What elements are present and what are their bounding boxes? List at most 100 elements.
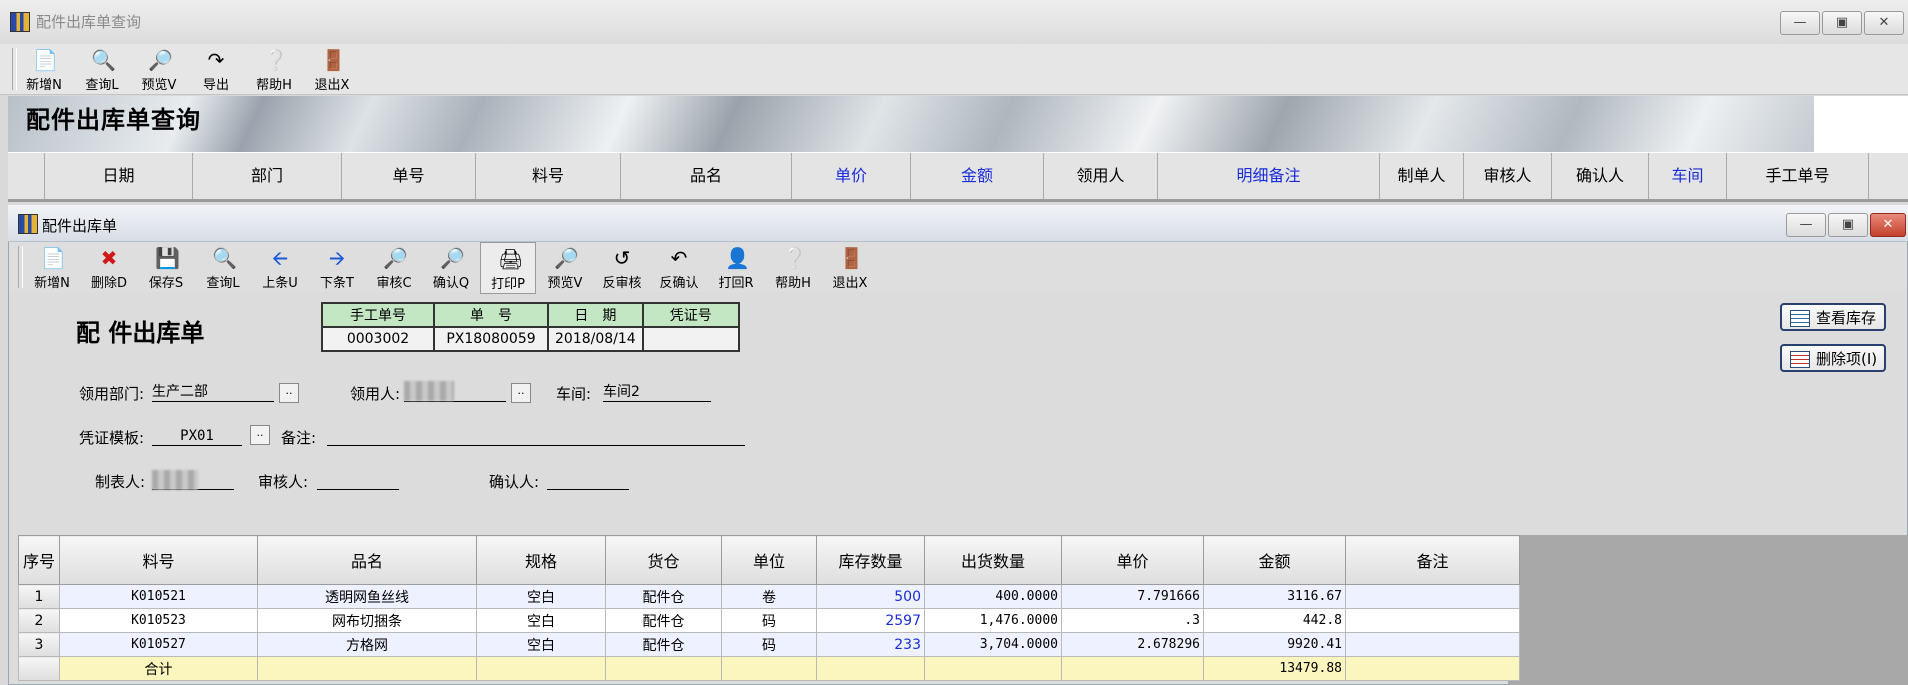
col-seq[interactable]: 序号 [18, 535, 60, 585]
receiver-lookup-button[interactable]: .. [511, 383, 531, 403]
minimize-button[interactable]: — [1780, 11, 1820, 35]
col-warehouse[interactable]: 货仓 [605, 535, 722, 585]
outer-exit-button[interactable]: 🚪 退出X [304, 44, 360, 96]
cell-unit[interactable]: 码 [721, 608, 817, 633]
delete-item-button[interactable]: 删除项(I) [1780, 344, 1886, 372]
header-value-number[interactable]: PX18080059 [433, 326, 549, 352]
query-col-number[interactable]: 单号 [342, 153, 476, 199]
table-row[interactable]: 3 K010527 方格网 空白 配件仓 码 233 3,704.0000 2.… [18, 632, 1520, 657]
cell-qty[interactable]: 3,704.0000 [924, 632, 1062, 657]
cell-warehouse[interactable]: 配件仓 [605, 632, 722, 657]
cell-stock[interactable]: 2597 [816, 608, 925, 633]
inner-maximize-button[interactable]: ▣ [1828, 213, 1868, 237]
col-amount[interactable]: 金额 [1203, 535, 1346, 585]
query-col-manual-no[interactable]: 手工单号 [1727, 153, 1869, 199]
cell-code[interactable]: K010521 [59, 584, 258, 609]
outer-new-button[interactable]: 📄 新增N [16, 44, 72, 96]
inner-return-button[interactable]: 👤 打回R [708, 242, 764, 294]
voucher-template-field[interactable]: PX01 [152, 427, 242, 446]
cell-unit[interactable]: 码 [721, 632, 817, 657]
exit-icon: 🚪 [321, 48, 346, 72]
inner-query-button[interactable]: 🔍 查询L [195, 242, 251, 294]
query-col-price[interactable]: 单价 [792, 153, 911, 199]
col-name[interactable]: 品名 [257, 535, 477, 585]
dept-field[interactable]: 生产二部 [152, 383, 274, 402]
query-col-confirmer[interactable]: 确认人 [1552, 153, 1649, 199]
cell-amount[interactable]: 3116.67 [1203, 584, 1346, 609]
check-stock-button[interactable]: 查看库存 [1780, 303, 1886, 331]
query-col-name[interactable]: 品名 [621, 153, 792, 199]
cell-code[interactable]: K010523 [59, 608, 258, 633]
cell-stock[interactable]: 233 [816, 632, 925, 657]
query-col-amount[interactable]: 金额 [911, 153, 1044, 199]
cell-amount[interactable]: 9920.41 [1203, 632, 1346, 657]
col-unit[interactable]: 单位 [721, 535, 817, 585]
table-row[interactable]: 1 K010521 透明网鱼丝线 空白 配件仓 卷 500 400.0000 7… [18, 584, 1520, 609]
query-col-workshop[interactable]: 车间 [1649, 153, 1727, 199]
cell-warehouse[interactable]: 配件仓 [605, 584, 722, 609]
inner-next-button[interactable]: 🡪 下条T [309, 242, 365, 294]
cell-stock[interactable]: 500 [816, 584, 925, 609]
cell-amount[interactable]: 442.8 [1203, 608, 1346, 633]
header-value-manual-no[interactable]: 0003002 [321, 326, 435, 352]
inner-unaudit-button[interactable]: ↺ 反审核 [594, 242, 650, 294]
cell-price[interactable]: 2.678296 [1061, 632, 1204, 657]
cell-name[interactable]: 方格网 [257, 632, 477, 657]
col-qty[interactable]: 出货数量 [924, 535, 1062, 585]
cell-spec[interactable]: 空白 [476, 608, 606, 633]
query-col-receiver[interactable]: 领用人 [1044, 153, 1158, 199]
query-col-creator[interactable]: 制单人 [1380, 153, 1464, 199]
col-stock[interactable]: 库存数量 [816, 535, 925, 585]
header-value-voucher[interactable] [641, 326, 740, 352]
cell-spec[interactable]: 空白 [476, 632, 606, 657]
cell-qty[interactable]: 1,476.0000 [924, 608, 1062, 633]
inner-minimize-button[interactable]: — [1786, 213, 1826, 237]
col-price[interactable]: 单价 [1061, 535, 1204, 585]
query-col-code[interactable]: 料号 [476, 153, 621, 199]
voucher-template-lookup-button[interactable]: .. [250, 425, 270, 445]
new-doc-icon: 📄 [41, 246, 66, 270]
cell-warehouse[interactable]: 配件仓 [605, 608, 722, 633]
inner-delete-button[interactable]: ✖ 删除D [81, 242, 137, 294]
inner-new-button[interactable]: 📄 新增N [24, 242, 80, 294]
inner-confirm-button[interactable]: 🔎 确认Q [423, 242, 479, 294]
remark-field[interactable] [327, 427, 745, 446]
inner-save-button[interactable]: 💾 保存S [138, 242, 194, 294]
inner-close-button[interactable]: ✕ [1870, 213, 1906, 237]
dept-lookup-button[interactable]: .. [279, 383, 299, 403]
inner-audit-button[interactable]: 🔎 审核C [366, 242, 422, 294]
close-button[interactable]: ✕ [1864, 11, 1904, 35]
inner-print-button[interactable]: 🖨 打印P [480, 242, 536, 294]
inner-prev-button[interactable]: 🡨 上条U [252, 242, 308, 294]
query-col-auditor[interactable]: 审核人 [1464, 153, 1552, 199]
query-col-dept[interactable]: 部门 [193, 153, 342, 199]
cell-name[interactable]: 透明网鱼丝线 [257, 584, 477, 609]
cell-remark[interactable] [1345, 632, 1520, 657]
cell-remark[interactable] [1345, 584, 1520, 609]
workshop-field[interactable]: 车间2 [603, 383, 711, 402]
cell-spec[interactable]: 空白 [476, 584, 606, 609]
cell-price[interactable]: 7.791666 [1061, 584, 1204, 609]
cell-qty[interactable]: 400.0000 [924, 584, 1062, 609]
outer-preview-button[interactable]: 🔎 预览V [131, 44, 187, 96]
query-col-detail-remark[interactable]: 明细备注 [1158, 153, 1380, 199]
col-code[interactable]: 料号 [59, 535, 258, 585]
outer-help-button[interactable]: ❔ 帮助H [246, 44, 302, 96]
inner-help-button[interactable]: ❔ 帮助H [765, 242, 821, 294]
inner-exit-button[interactable]: 🚪 退出X [822, 242, 878, 294]
col-spec[interactable]: 规格 [476, 535, 606, 585]
maximize-button[interactable]: ▣ [1822, 11, 1862, 35]
table-row[interactable]: 2 K010523 网布切捆条 空白 配件仓 码 2597 1,476.0000… [18, 608, 1520, 633]
cell-name[interactable]: 网布切捆条 [257, 608, 477, 633]
inner-preview-button[interactable]: 🔎 预览V [537, 242, 593, 294]
outer-export-button[interactable]: ↷ 导出 [188, 44, 244, 96]
cell-unit[interactable]: 卷 [721, 584, 817, 609]
cell-remark[interactable] [1345, 608, 1520, 633]
cell-price[interactable]: .3 [1061, 608, 1204, 633]
col-remark[interactable]: 备注 [1345, 535, 1520, 585]
header-value-date[interactable]: 2018/08/14 [547, 326, 644, 352]
query-col-date[interactable]: 日期 [45, 153, 193, 199]
cell-code[interactable]: K010527 [59, 632, 258, 657]
inner-unconfirm-button[interactable]: ↶ 反确认 [651, 242, 707, 294]
outer-query-button[interactable]: 🔍 查询L [74, 44, 130, 96]
